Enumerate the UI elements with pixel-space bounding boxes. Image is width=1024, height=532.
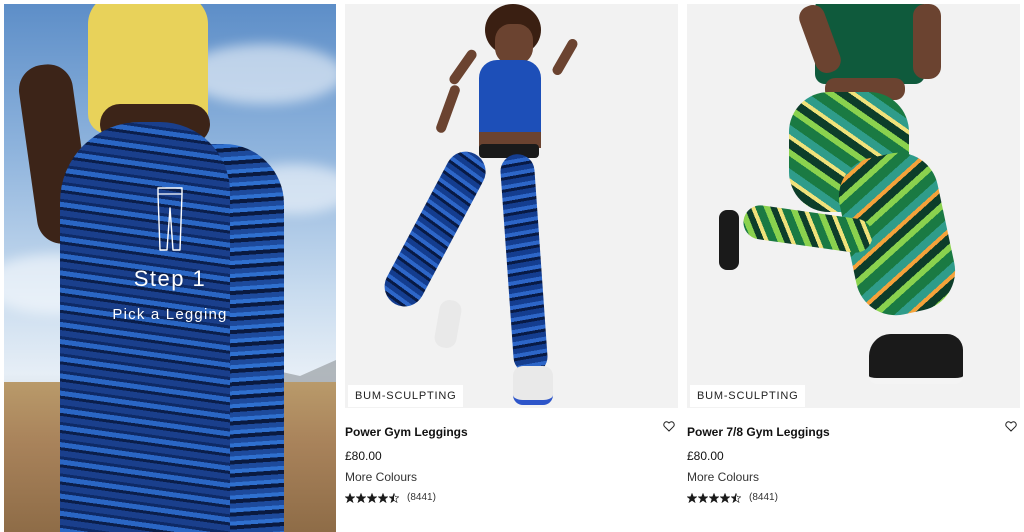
legging-outline-icon (157, 187, 183, 251)
star-icon (378, 492, 388, 503)
promo-step-title: Step 1 (133, 266, 207, 291)
promo-subtitle: Pick a Legging (112, 306, 228, 323)
star-icon (687, 492, 697, 503)
more-colours-link[interactable]: More Colours (687, 470, 759, 484)
star-rating (345, 492, 399, 503)
star-icon (720, 492, 730, 503)
star-icon (356, 492, 366, 503)
product-badge: BUM-SCULPTING (348, 385, 464, 407)
product-card[interactable]: BUM-SCULPTING Power Gym Leggings £80.00 … (345, 4, 678, 532)
star-icon (731, 492, 741, 503)
product-card[interactable]: BUM-SCULPTING Power 7/8 Gym Leggings £80… (687, 4, 1020, 532)
heart-icon[interactable] (663, 421, 675, 432)
product-price: £80.00 (345, 449, 382, 463)
product-rating[interactable]: (8441) (687, 492, 778, 503)
product-image[interactable] (345, 4, 678, 408)
heart-icon[interactable] (1005, 421, 1017, 432)
star-icon (367, 492, 377, 503)
product-price: £80.00 (687, 449, 724, 463)
review-count: (8441) (407, 492, 436, 503)
product-name[interactable]: Power Gym Leggings (345, 425, 468, 439)
promo-overlay: Step 1 Pick a Legging (4, 186, 336, 323)
review-count: (8441) (749, 492, 778, 503)
product-name[interactable]: Power 7/8 Gym Leggings (687, 425, 830, 439)
star-icon (709, 492, 719, 503)
star-icon (389, 492, 399, 503)
star-icon (345, 492, 355, 503)
star-rating (687, 492, 741, 503)
star-icon (698, 492, 708, 503)
product-image[interactable] (687, 4, 1020, 408)
more-colours-link[interactable]: More Colours (345, 470, 417, 484)
product-rating[interactable]: (8441) (345, 492, 436, 503)
promo-banner[interactable]: Step 1 Pick a Legging (4, 4, 336, 532)
product-badge: BUM-SCULPTING (690, 385, 806, 407)
